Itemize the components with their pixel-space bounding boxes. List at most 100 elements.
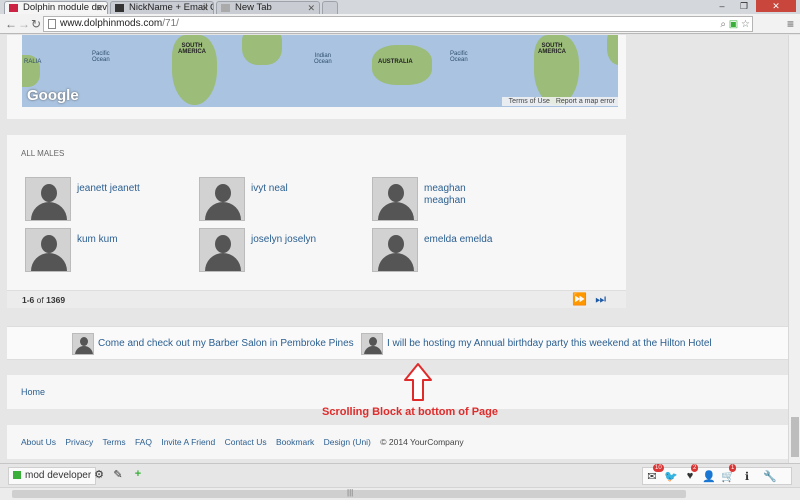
map-label: Pacific Ocean [92,51,110,63]
member-name-link[interactable]: emelda emelda [424,234,524,246]
close-window-icon[interactable]: ✕ [756,0,796,12]
breadcrumb-bar: Home [7,375,788,409]
scrollbar-thumb[interactable] [791,417,799,457]
member-name-link[interactable]: meaghan meaghan [424,183,474,207]
twitter-icon[interactable]: 🐦 [664,470,678,483]
minimize-icon[interactable]: – [712,0,732,12]
footer-link-contact[interactable]: Contact Us [225,437,267,447]
member-item: joselyn joselyn [199,228,369,272]
footer-links: About Us Privacy Terms FAQ Invite A Frie… [21,437,471,447]
map-label: SOUTH AMERICA [538,43,566,55]
last-page-icon[interactable]: ⏭ [595,292,606,306]
map-label: AUSTRALIA [378,59,413,65]
vertical-scrollbar[interactable] [788,35,800,463]
world-map[interactable]: RALIA Pacific Ocean SOUTH AMERICA Indian… [22,35,618,107]
forward-icon: → [18,17,30,31]
footer-link-faq[interactable]: FAQ [135,437,152,447]
bookmark-star-icon[interactable]: ☆ [741,19,750,30]
member-name-link[interactable]: kum kum [77,234,177,246]
page-info-icon [48,19,56,29]
map-terms-link[interactable]: Terms of Use [509,98,550,105]
member-name-link[interactable]: joselyn joselyn [251,234,351,246]
tab-new-tab[interactable]: New Tab ✕ [216,1,320,14]
chrome-menu-icon[interactable]: ≡ [787,17,794,31]
post-link[interactable]: Come and check out my Barber Salon in Pe… [98,338,354,349]
avatar[interactable] [199,177,245,221]
avatar[interactable] [199,228,245,272]
url-actions: ⌕ ▣ ☆ [720,18,750,32]
avatar[interactable] [25,177,71,221]
next-page-icon[interactable]: ⏩ [572,292,587,306]
all-males-block: ALL MALES jeanett jeanett ivyt neal meag… [7,135,626,308]
map-widget: RALIA Pacific Ocean SOUTH AMERICA Indian… [7,35,626,119]
footer-link-invite[interactable]: Invite A Friend [161,437,215,447]
map-land [242,35,282,65]
member-item: ivyt neal [199,177,369,221]
footer-link-privacy[interactable]: Privacy [65,437,93,447]
new-tab-button[interactable] [322,1,338,14]
copyright: © 2014 YourCompany [380,437,464,447]
avatar [72,333,94,355]
profile-icon[interactable]: 👤 [702,470,716,483]
annotation-up-arrow [404,363,432,401]
scrollbar-grip-icon: ||| [347,488,354,497]
post-link[interactable]: I will be hosting my Annual birthday par… [387,338,712,349]
url-input[interactable]: www.dolphinmods.com/71/ ⌕ ▣ ☆ [43,16,753,32]
close-tab-icon[interactable]: ✕ [307,2,315,14]
footer: About Us Privacy Terms FAQ Invite A Frie… [7,425,788,459]
toolbar-user-button[interactable]: mod developer [8,467,97,485]
map-label: Pacific Ocean [450,51,468,63]
member-item: jeanett jeanett [25,177,195,221]
member-item: kum kum [25,228,195,272]
annotation-label: Scrolling Block at bottom of Page [322,406,499,418]
toolbar-notifications: ✉ 10 🐦 ♥ 2 👤 🛒 1 ℹ 🔧 [642,464,792,485]
member-item: emelda emelda [372,228,542,272]
address-bar: ← → ↻ www.dolphinmods.com/71/ ⌕ ▣ ☆ ≡ [0,14,800,34]
back-icon[interactable]: ← [5,17,17,31]
close-tab-icon[interactable]: ✕ [201,2,209,14]
footer-link-bookmark[interactable]: Bookmark [276,437,314,447]
section-title: ALL MALES [21,149,65,158]
member-name-link[interactable]: ivyt neal [251,183,351,195]
close-tab-icon[interactable]: ✕ [95,2,103,14]
avatar[interactable] [372,228,418,272]
footer-link-design[interactable]: Design (Uni) [324,437,371,447]
page-favicon-icon [221,4,230,12]
reload-icon[interactable]: ↻ [31,17,41,31]
info-icon[interactable]: ℹ [740,470,754,483]
page-viewport: RALIA Pacific Ocean SOUTH AMERICA Indian… [0,35,788,463]
mail-icon[interactable]: ✉ 10 [645,464,664,483]
map-label: RALIA [24,59,42,65]
map-land [607,35,618,65]
map-label: Indian Ocean [314,53,332,65]
add-icon[interactable]: + [131,468,145,480]
member-name-link[interactable]: jeanett jeanett [77,183,177,195]
map-report-link[interactable]: Report a map error [556,98,615,105]
page-favicon-icon [9,4,18,12]
horizontal-scrollbar[interactable]: ||| [0,487,800,500]
avatar[interactable] [372,177,418,221]
page-favicon-icon [115,4,124,12]
maximize-icon[interactable]: ❐ [734,0,754,12]
member-toolbar: mod developer ⚙ ✎ + ✉ 10 🐦 ♥ 2 👤 🛒 1 ℹ 🔧 [0,463,800,487]
avatar[interactable] [25,228,71,272]
cart-icon[interactable]: 🛒 1 [721,464,737,483]
heart-icon[interactable]: ♥ 2 [683,464,699,482]
tab-nickname-email[interactable]: NickName + Email C ✕ [110,1,214,14]
mail-badge: 10 [653,464,664,472]
edit-icon[interactable]: ✎ [111,468,125,481]
map-land [372,45,432,85]
wrench-icon[interactable]: 🔧 [763,470,777,483]
map-label: SOUTH AMERICA [178,43,206,55]
extension-icon[interactable]: ▣ [729,19,738,30]
scrolling-block: Come and check out my Barber Salon in Pe… [7,326,788,360]
home-link[interactable]: Home [21,387,45,397]
map-footer: Terms of Use Report a map error [501,97,618,106]
footer-link-terms[interactable]: Terms [102,437,125,447]
search-icon[interactable]: ⌕ [720,19,726,30]
settings-gear-icon[interactable]: ⚙ [92,468,106,481]
online-status-icon [13,471,21,479]
tab-dolphin-module[interactable]: Dolphin module dev ✕ [4,1,108,14]
footer-link-about[interactable]: About Us [21,437,56,447]
pagination: 1-6 of 1369 ⏩ ⏭ [7,290,626,308]
